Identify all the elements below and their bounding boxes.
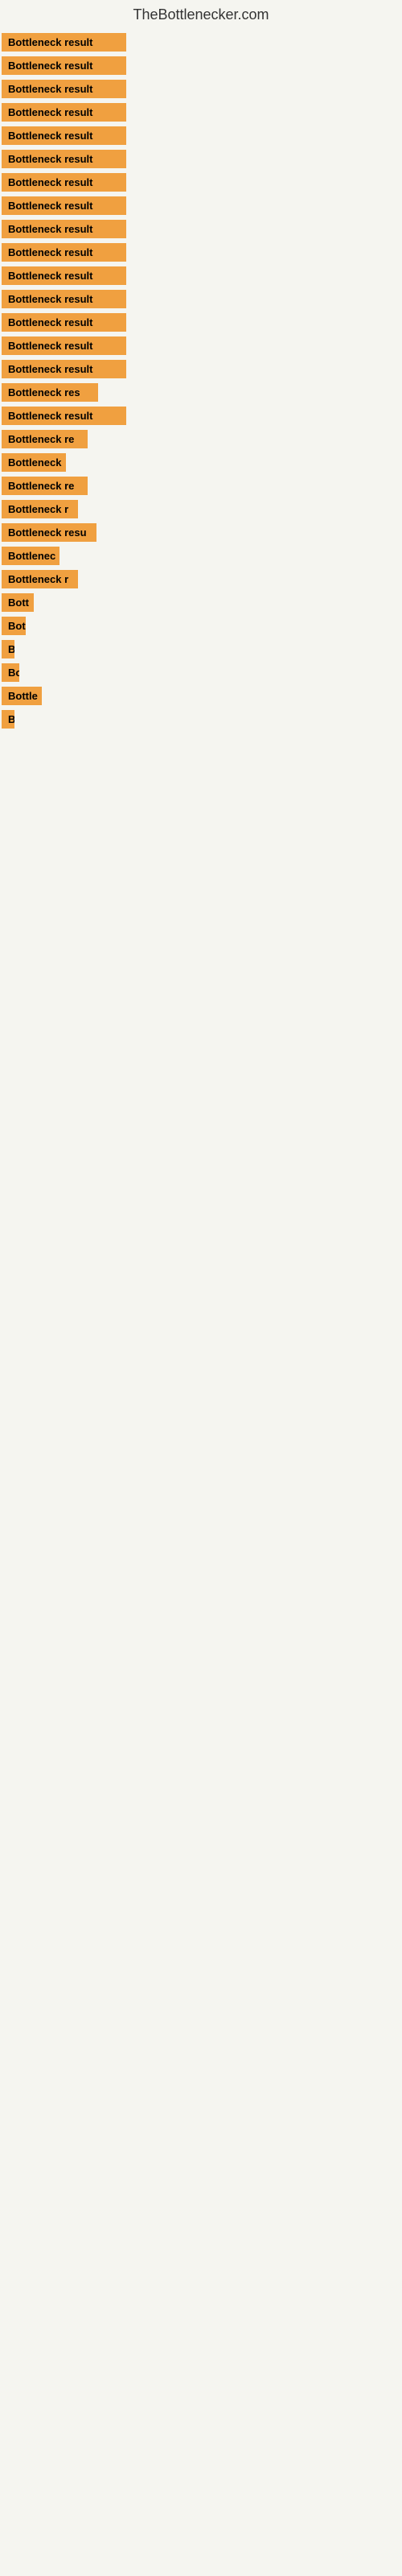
bottleneck-badge: Bottleneck result	[2, 407, 126, 425]
bottleneck-row: Bottle	[2, 685, 402, 707]
bottleneck-badge: Bottleneck result	[2, 173, 126, 192]
bottleneck-badge: B	[2, 640, 14, 658]
bottleneck-row: Bo	[2, 662, 402, 683]
bottleneck-row: Bottleneck result	[2, 312, 402, 333]
bottleneck-badge: Bot	[2, 617, 26, 635]
bottleneck-row: Bottleneck result	[2, 78, 402, 100]
bottleneck-badge: Bottleneck result	[2, 150, 126, 168]
bottleneck-badge: Bottlenec	[2, 547, 59, 565]
bottleneck-row: Bottleneck result	[2, 101, 402, 123]
rows-container: Bottleneck result Bottleneck result Bottle…	[0, 28, 402, 730]
bottleneck-badge: Bottleneck result	[2, 103, 126, 122]
bottleneck-row: B	[2, 638, 402, 660]
bottleneck-badge: Bottleneck result	[2, 56, 126, 75]
bottleneck-badge: Bottleneck result	[2, 266, 126, 285]
bottleneck-badge: Bottleneck res	[2, 383, 98, 402]
bottleneck-badge: Bottleneck result	[2, 220, 126, 238]
bottleneck-row: Bottleneck	[2, 452, 402, 473]
bottleneck-row: Bottleneck result	[2, 242, 402, 263]
bottleneck-badge: Bottleneck r	[2, 500, 78, 518]
bottleneck-badge: Bottleneck result	[2, 313, 126, 332]
bottleneck-badge: Bottleneck	[2, 453, 66, 472]
bottleneck-row: Bottleneck r	[2, 568, 402, 590]
bottleneck-row: Bottleneck result	[2, 55, 402, 76]
bottleneck-row: Bottleneck result	[2, 335, 402, 357]
bottleneck-badge: Bottleneck re	[2, 430, 88, 448]
bottleneck-row: Bottleneck result	[2, 265, 402, 287]
bottleneck-row: Bottlenec	[2, 545, 402, 567]
bottleneck-row: Bottleneck result	[2, 31, 402, 53]
bottleneck-badge: Bottleneck resu	[2, 523, 96, 542]
bottleneck-row: Bottleneck result	[2, 405, 402, 427]
bottleneck-row: B	[2, 708, 402, 730]
bottleneck-badge: Bottleneck r	[2, 570, 78, 588]
bottleneck-row: Bottleneck result	[2, 171, 402, 193]
bottleneck-badge: Bottleneck result	[2, 33, 126, 52]
bottleneck-badge: Bottleneck result	[2, 126, 126, 145]
bottleneck-badge: Bottleneck re	[2, 477, 88, 495]
bottleneck-row: Bottleneck result	[2, 148, 402, 170]
bottleneck-row: Bottleneck result	[2, 195, 402, 217]
bottleneck-badge: Bottleneck result	[2, 196, 126, 215]
bottleneck-row: Bottleneck res	[2, 382, 402, 403]
bottleneck-row: Bottleneck resu	[2, 522, 402, 543]
site-title: TheBottlenecker.com	[0, 0, 402, 28]
bottleneck-badge: Bottleneck result	[2, 80, 126, 98]
bottleneck-row: Bot	[2, 615, 402, 637]
bottleneck-badge: B	[2, 710, 14, 729]
bottleneck-badge: Bottleneck result	[2, 360, 126, 378]
bottleneck-row: Bott	[2, 592, 402, 613]
bottleneck-row: Bottleneck result	[2, 288, 402, 310]
bottleneck-row: Bottleneck re	[2, 475, 402, 497]
bottleneck-row: Bottleneck result	[2, 218, 402, 240]
bottleneck-row: Bottleneck result	[2, 358, 402, 380]
bottleneck-badge: Bottleneck result	[2, 243, 126, 262]
bottleneck-badge: Bottle	[2, 687, 42, 705]
bottleneck-badge: Bo	[2, 663, 19, 682]
bottleneck-row: Bottleneck re	[2, 428, 402, 450]
bottleneck-badge: Bott	[2, 593, 34, 612]
bottleneck-row: Bottleneck result	[2, 125, 402, 147]
bottleneck-badge: Bottleneck result	[2, 336, 126, 355]
bottleneck-badge: Bottleneck result	[2, 290, 126, 308]
bottleneck-row: Bottleneck r	[2, 498, 402, 520]
